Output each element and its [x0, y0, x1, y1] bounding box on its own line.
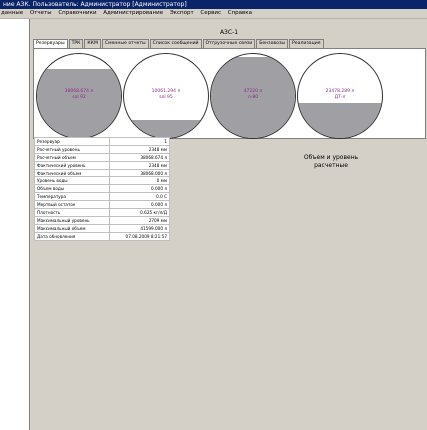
- field-label: Максимальный объем: [34, 223, 110, 233]
- field-value: 0.625 кг/л/Д: [108, 208, 171, 217]
- field-value: 1: [108, 137, 171, 146]
- tab-fuel-trucks[interactable]: Бензовозы: [256, 39, 289, 48]
- table-row: Расчетный уровень 2348 мм: [34, 144, 171, 154]
- tab-messages[interactable]: Список сообщений: [149, 39, 202, 48]
- field-label: Максимальный уровень: [34, 215, 110, 225]
- menu-export[interactable]: Экспорт: [170, 10, 194, 16]
- field-value: 0.0 С: [108, 192, 171, 202]
- tab-shift-reports[interactable]: Сменные отчеты: [101, 39, 149, 48]
- menu-administration[interactable]: Администрирование: [103, 10, 163, 16]
- tank-gauge[interactable]: 47220 л л-80: [210, 53, 296, 139]
- field-value: 2348 мм: [108, 144, 171, 154]
- window-titlebar: ние АЗК. Пользователь: Администратор [Ад…: [0, 0, 427, 9]
- tank-fuel-label: л-80: [247, 95, 259, 100]
- field-label: Расчетный уровень: [34, 144, 110, 154]
- table-row: Дата обновления 07.08.2009 8:21:57: [34, 231, 171, 241]
- field-label: Расчетный объем: [34, 152, 110, 162]
- table-row: Плотность 0.625 кг/л/Д: [34, 208, 171, 217]
- field-label: Резервуар: [34, 137, 110, 146]
- field-value: 2348 мм: [108, 160, 171, 170]
- tab-tanks[interactable]: Резервуары: [33, 39, 68, 48]
- main-panel: АЗС-1 Резервуары ТРК ККМ Сменные отчеты …: [31, 19, 427, 430]
- tank-gauge[interactable]: 23478.289 л ДТ-л: [297, 53, 383, 139]
- window-title: ние АЗК. Пользователь: Администратор [Ад…: [3, 1, 187, 8]
- field-label: Дата обновления: [34, 231, 110, 241]
- field-value: 0 мм: [108, 176, 171, 186]
- table-row: Объем воды 0.000 л: [34, 184, 171, 194]
- field-label: Уровень воды: [34, 176, 110, 186]
- field-value: 38068.674 л: [108, 152, 171, 162]
- tank-fill-level: [37, 69, 121, 138]
- menu-bar: данные Отчеты Справочники Администрирова…: [0, 9, 427, 19]
- tank-gauge[interactable]: 38068.674 л sol 92: [36, 53, 122, 139]
- menu-data[interactable]: данные: [1, 10, 23, 16]
- calc-note: Объем и уровень расчетные: [281, 154, 381, 170]
- field-label: Плотность: [34, 208, 110, 217]
- table-row: Фактический уровень 2348 мм: [34, 160, 171, 170]
- table-row: Температура 0.0 С: [34, 192, 171, 202]
- station-title: АЗС-1: [219, 29, 239, 36]
- tank-info-table: Резервуар 1 Расчетный уровень 2348 мм Расч…: [34, 137, 171, 241]
- tank-fuel-label: sol 92: [72, 95, 86, 100]
- tab-kkm[interactable]: ККМ: [84, 39, 101, 48]
- menu-help[interactable]: Справка: [228, 10, 252, 16]
- calc-note-line1: Объем и уровень: [303, 154, 359, 161]
- menu-reports[interactable]: Отчеты: [30, 10, 52, 16]
- table-row: Максимальный уровень 2709 мм: [34, 215, 171, 225]
- menu-service[interactable]: Сервис: [200, 10, 221, 16]
- tank-gauge[interactable]: 10061.294 л sol 95: [123, 53, 209, 139]
- table-row: Уровень воды 0 мм: [34, 176, 171, 186]
- tab-strip: Резервуары ТРК ККМ Сменные отчеты Список…: [33, 39, 325, 48]
- tank-fill-level: [124, 119, 208, 138]
- tank-fill-level: [298, 102, 382, 138]
- field-label: Фактический объем: [34, 168, 110, 178]
- tank-fuel-label: sol 95: [159, 95, 173, 100]
- field-label: Фактический уровень: [34, 160, 110, 170]
- table-row: Максимальный объем 41599.000 л: [34, 223, 171, 233]
- field-value: 0.000 л: [108, 200, 171, 210]
- calc-note-line2: расчетные: [314, 162, 348, 169]
- tab-sales[interactable]: Реализация: [289, 39, 324, 48]
- field-value: 41599.000 л: [108, 223, 171, 233]
- menu-references[interactable]: Справочники: [58, 10, 96, 16]
- field-value: 0.000 л: [108, 184, 171, 194]
- field-label: Мертвый остаток: [34, 200, 110, 210]
- field-label: Объем воды: [34, 184, 110, 194]
- field-value: 2709 мм: [108, 215, 171, 225]
- tab-shipping[interactable]: Отгрузочные связи: [202, 39, 256, 48]
- tab-trk[interactable]: ТРК: [68, 39, 84, 48]
- tank-fuel-label: ДТ-л: [334, 95, 346, 100]
- field-value: 07.08.2009 8:21:57: [108, 231, 171, 241]
- tanks-panel: 38068.674 л sol 92 10061.294 л sol 95 47…: [33, 48, 426, 139]
- table-row: Расчетный объем 38068.674 л: [34, 152, 171, 162]
- table-row: Мертвый остаток 0.000 л: [34, 200, 171, 210]
- navigation-tree-pane[interactable]: [0, 19, 30, 430]
- field-label: Температура: [34, 192, 110, 202]
- table-row: Резервуар 1: [34, 137, 171, 146]
- field-value: 38068.000 л: [108, 168, 171, 178]
- table-row: Фактический объем 38068.000 л: [34, 168, 171, 178]
